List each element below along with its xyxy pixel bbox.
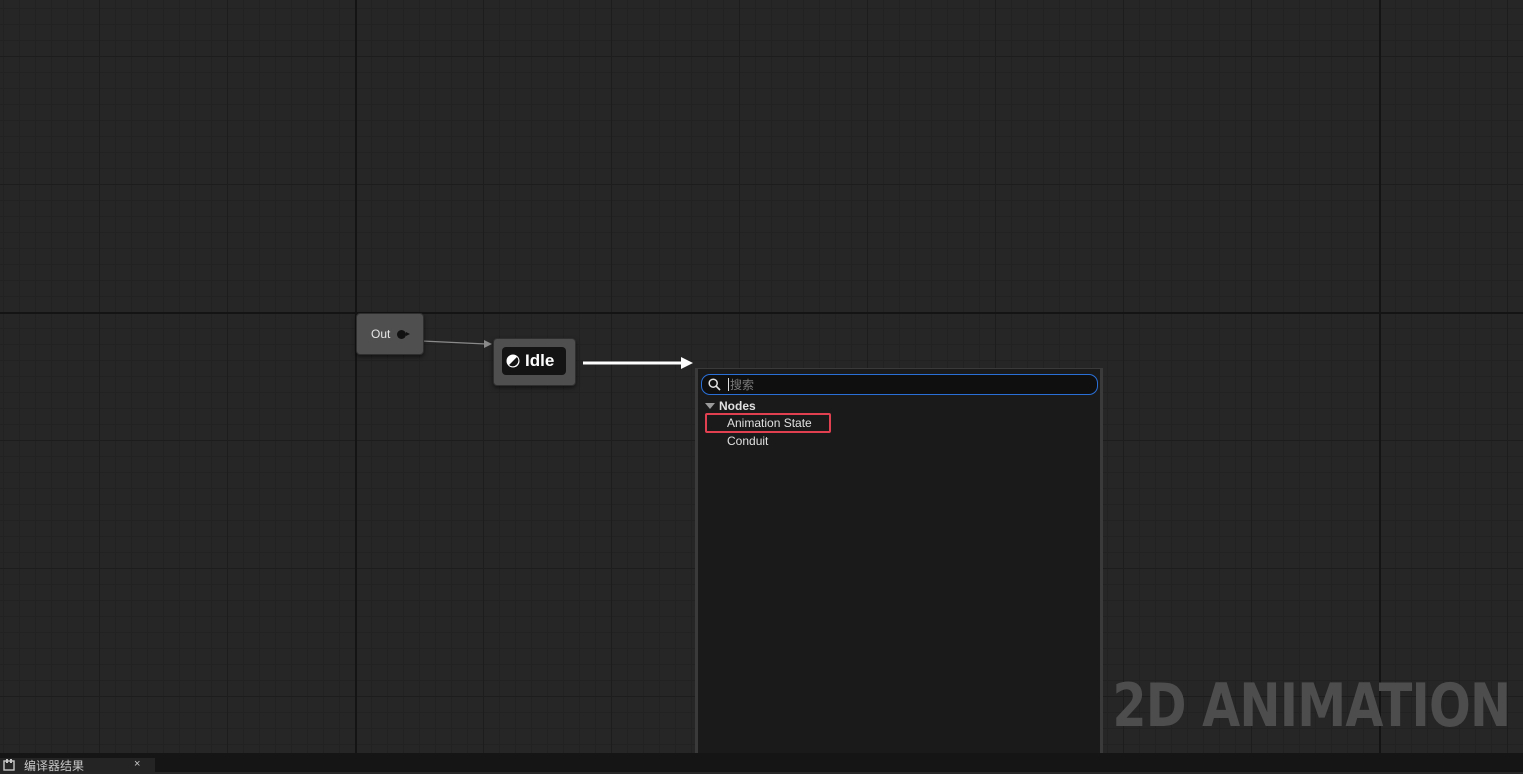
- bottom-panel-bar: 编译器结果 ×: [0, 753, 1523, 773]
- tab-label: 编译器结果: [24, 758, 85, 773]
- search-input[interactable]: [729, 376, 1070, 393]
- idle-state-node[interactable]: Idle: [493, 338, 576, 386]
- compiler-results-icon: [3, 759, 15, 771]
- idle-state-title[interactable]: Idle: [502, 347, 566, 375]
- out-node-label: Out: [371, 327, 391, 341]
- category-label: Nodes: [719, 399, 756, 413]
- chevron-down-icon[interactable]: [705, 403, 715, 409]
- state-icon: [506, 354, 520, 368]
- out-pin-icon[interactable]: [397, 329, 411, 339]
- menu-item-conduit[interactable]: Conduit: [705, 432, 831, 452]
- category-nodes-header[interactable]: Nodes: [705, 399, 756, 413]
- tab-compiler-results[interactable]: 编译器结果 ×: [0, 758, 155, 773]
- graph-watermark: 2D ANIMATION: [1111, 671, 1511, 741]
- add-node-context-menu: Nodes Animation State Conduit: [695, 368, 1103, 772]
- entry-out-node[interactable]: Out: [356, 313, 424, 355]
- close-icon[interactable]: ×: [134, 758, 140, 770]
- menu-item-animation-state[interactable]: Animation State: [705, 413, 831, 433]
- search-icon: [708, 378, 721, 391]
- search-box[interactable]: [701, 374, 1098, 395]
- idle-state-label: Idle: [525, 351, 555, 370]
